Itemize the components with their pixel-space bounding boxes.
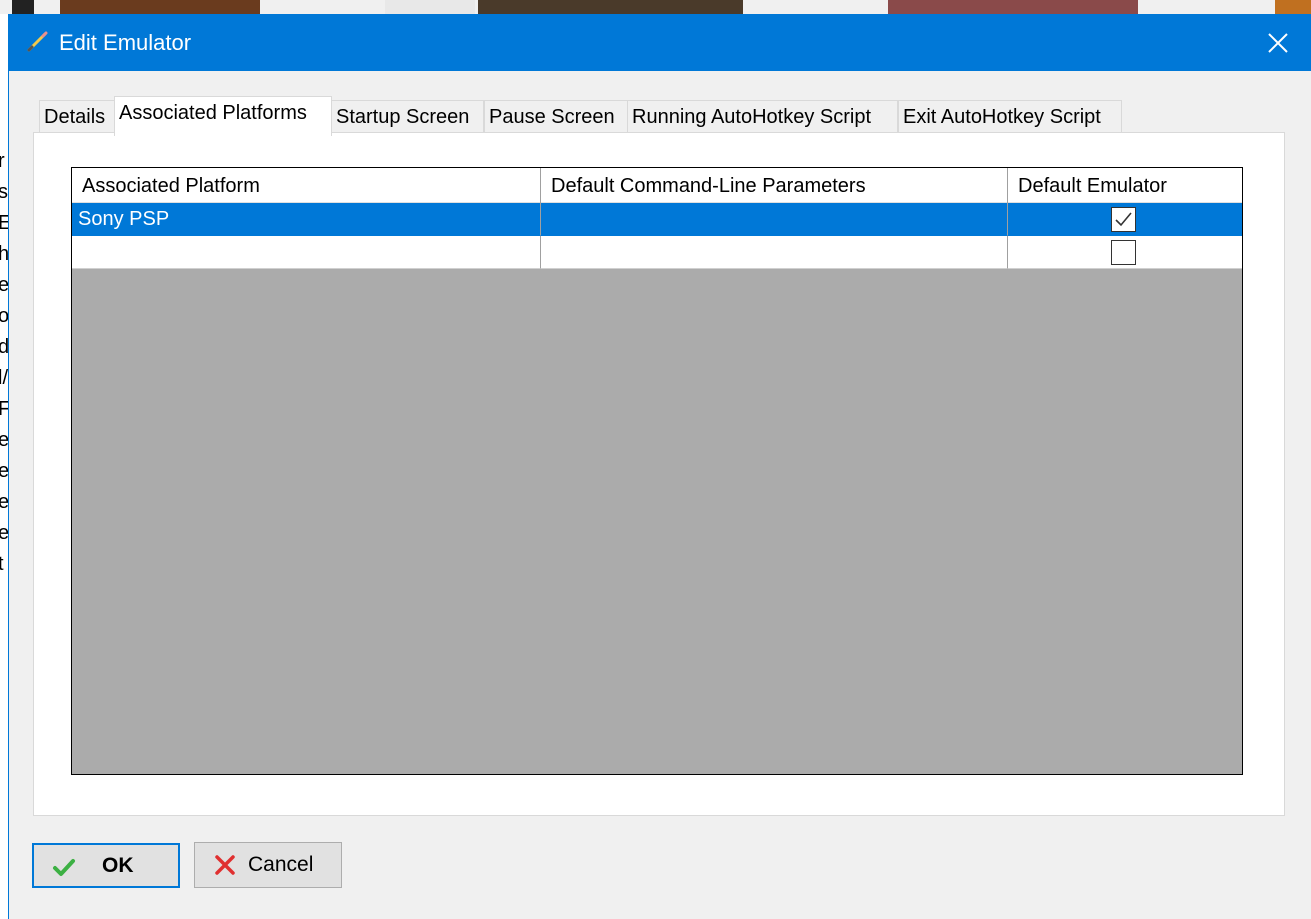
default-emulator-cell[interactable] [1008,236,1242,269]
background-app-strip [0,0,1311,14]
background-text-fragment: E [0,212,8,234]
background-text-fragment: h [0,243,8,265]
background-text-fragment: s [0,181,8,203]
background-thumbnail [1275,0,1311,14]
table-row[interactable]: Sony PSP [72,203,1242,236]
tab-pause-screen[interactable]: Pause Screen [484,100,628,134]
tab-startup-screen[interactable]: Startup Screen [331,100,484,134]
platform-cell[interactable] [72,236,541,269]
edit-emulator-dialog: Edit Emulator Details Associated Platfor… [8,14,1311,919]
background-text-fragment: e [0,274,8,296]
background-text-fragment: o [0,305,8,327]
background-text-fragment: e [0,429,8,451]
cancel-label: Cancel [248,853,314,876]
ok-label: OK [102,853,134,877]
checkmark-icon [1115,212,1132,227]
background-thumbnail [478,0,743,14]
cancel-button[interactable]: Cancel [194,842,342,888]
background-text-fragment: F [0,398,8,420]
window-title: Edit Emulator [59,30,192,55]
tab-label: Associated Platforms [119,102,307,124]
tab-label: Pause Screen [489,106,615,128]
tab-label: Details [44,106,106,128]
table-row[interactable] [72,236,1242,269]
background-text-fragment: e [0,522,8,544]
associated-platforms-page: Associated Platform Default Command-Line… [33,132,1285,816]
check-icon [53,859,75,876]
close-icon [1268,32,1288,53]
background-thumbnail [385,0,475,14]
column-header-default-emulator[interactable]: Default Emulator [1008,168,1242,203]
tab-running-autohotkey-script[interactable]: Running AutoHotkey Script [627,100,898,134]
background-text-fragment: d [0,336,8,358]
column-header-default-command-line-parameters[interactable]: Default Command-Line Parameters [541,168,1008,203]
close-button[interactable] [1244,14,1311,71]
pencil-icon [27,31,48,52]
background-text-fragment: t [0,553,4,575]
tab-label: Startup Screen [336,106,470,128]
column-header-associated-platform[interactable]: Associated Platform [72,168,541,203]
default-emulator-checkbox[interactable] [1111,240,1136,265]
background-thumbnail [12,0,34,14]
ok-button[interactable]: OK [32,843,180,888]
background-text-fragment: e [0,460,8,482]
background-thumbnail [888,0,1138,14]
background-text-fragment: r [0,150,5,172]
tab-exit-autohotkey-script[interactable]: Exit AutoHotkey Script [898,100,1122,134]
background-thumbnail [60,0,260,14]
tab-details[interactable]: Details [39,100,115,134]
platforms-grid[interactable]: Associated Platform Default Command-Line… [71,167,1243,775]
background-app-left-edge: r s Eh e o d l/Fe e e e t [0,14,8,919]
params-cell[interactable] [541,236,1008,269]
background-text-fragment: e [0,491,8,513]
title-bar[interactable]: Edit Emulator [9,14,1311,71]
grid-header: Associated Platform Default Command-Line… [72,168,1242,203]
x-icon [215,855,235,875]
platform-cell[interactable]: Sony PSP [72,203,541,236]
tab-associated-platforms[interactable]: Associated Platforms [114,96,332,136]
default-emulator-cell[interactable] [1008,203,1242,236]
params-cell[interactable] [541,203,1008,236]
tab-label: Running AutoHotkey Script [632,106,872,128]
background-text-fragment: l/ [0,367,8,389]
tab-label: Exit AutoHotkey Script [903,106,1101,128]
default-emulator-checkbox[interactable] [1111,207,1136,232]
